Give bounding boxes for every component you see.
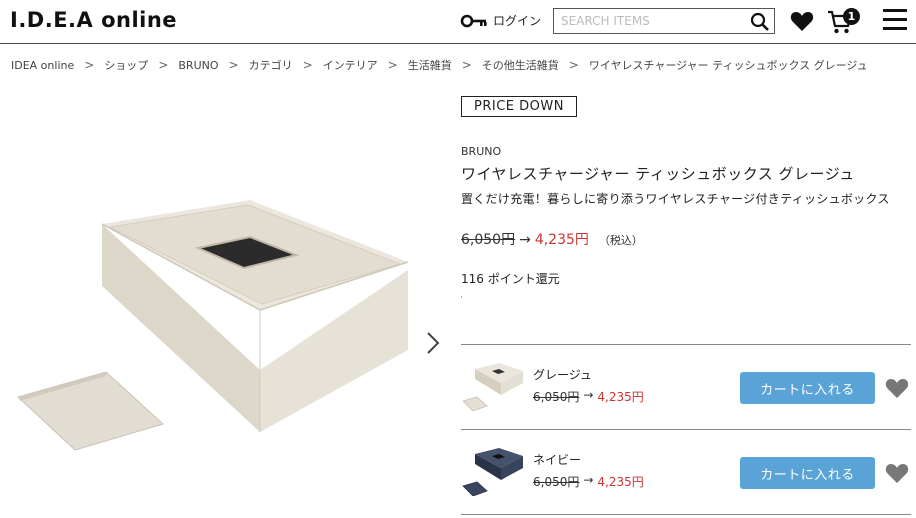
divider-dot: [461, 296, 462, 298]
chevron-right-icon: >: [228, 58, 239, 72]
chevron-right-icon[interactable]: [424, 330, 442, 356]
hamburger-menu-icon[interactable]: [883, 9, 907, 33]
chevron-right-icon: >: [387, 58, 398, 72]
add-to-cart-button[interactable]: カートに入れる: [740, 457, 875, 489]
favorite-heart-icon[interactable]: [885, 377, 909, 399]
divider: [461, 514, 911, 515]
breadcrumb-item[interactable]: IDEA online: [11, 59, 74, 72]
breadcrumb-item[interactable]: ショップ: [104, 57, 148, 73]
original-price: 6,050円: [533, 390, 580, 404]
login-link[interactable]: ログイン: [460, 12, 541, 29]
search-icon[interactable]: [750, 12, 770, 32]
breadcrumb-item[interactable]: インテリア: [323, 57, 378, 73]
search-box: [553, 8, 775, 34]
reward-points: 116 ポイント還元: [461, 272, 560, 286]
product-title: ワイヤレスチャージャー ティッシュボックス グレージュ: [461, 165, 855, 183]
variant-name: ネイビー: [533, 453, 582, 467]
search-input[interactable]: [554, 9, 744, 33]
tax-label: （税込）: [598, 234, 643, 247]
breadcrumb: IDEA online > ショップ > BRUNO > カテゴリ > インテリア > 生…: [11, 57, 868, 73]
favorites-heart-icon[interactable]: [790, 10, 814, 32]
login-label: ログイン: [493, 14, 542, 28]
variant-price: 6,050円 → 4,235円: [533, 388, 644, 405]
favorite-heart-icon[interactable]: [885, 462, 909, 484]
sale-price: 4,235円: [597, 475, 644, 489]
breadcrumb-item[interactable]: BRUNO: [178, 59, 218, 72]
product-image: [17, 200, 409, 450]
product-brand[interactable]: BRUNO: [461, 145, 501, 158]
breadcrumb-current: ワイヤレスチャージャー ティッシュボックス グレージュ: [588, 59, 868, 72]
price-row: 6,050円 → 4,235円 （税込）: [461, 229, 643, 249]
variant-row-greige: グレージュ 6,050円 → 4,235円 カートに入れる: [461, 345, 911, 429]
chevron-right-icon: >: [84, 58, 95, 72]
add-to-cart-button[interactable]: カートに入れる: [740, 372, 875, 404]
original-price: 6,050円: [461, 232, 516, 248]
cart-count-badge: 1: [843, 8, 860, 25]
sale-price: 4,235円: [597, 390, 644, 404]
price-arrow: →: [583, 473, 594, 487]
original-price: 6,050円: [533, 475, 580, 489]
site-logo[interactable]: I.D.E.A online: [10, 8, 177, 32]
chevron-right-icon: >: [158, 58, 169, 72]
variant-thumbnail[interactable]: [461, 361, 525, 411]
product-subtitle: 置くだけ充電！暮らしに寄り添うワイヤレスチャージ付きティッシュボックス: [461, 192, 890, 206]
breadcrumb-item[interactable]: 生活雑貨: [408, 57, 452, 73]
chevron-right-icon: >: [302, 58, 313, 72]
variant-thumbnail[interactable]: [461, 446, 525, 496]
variant-row-navy: ネイビー 6,050円 → 4,235円 カートに入れる: [461, 430, 911, 514]
breadcrumb-item[interactable]: カテゴリ: [249, 57, 293, 73]
chevron-right-icon: >: [461, 58, 472, 72]
price-down-badge: PRICE DOWN: [461, 96, 577, 117]
chevron-right-icon: >: [568, 58, 579, 72]
key-icon: [460, 14, 487, 27]
price-arrow: →: [583, 388, 594, 402]
variant-name: グレージュ: [533, 368, 592, 382]
breadcrumb-item[interactable]: その他生活雑貨: [482, 57, 559, 73]
site-header: I.D.E.A online ログイン 1: [0, 0, 916, 44]
price-arrow: →: [519, 232, 531, 248]
sale-price: 4,235円: [534, 232, 589, 248]
variant-price: 6,050円 → 4,235円: [533, 473, 644, 490]
